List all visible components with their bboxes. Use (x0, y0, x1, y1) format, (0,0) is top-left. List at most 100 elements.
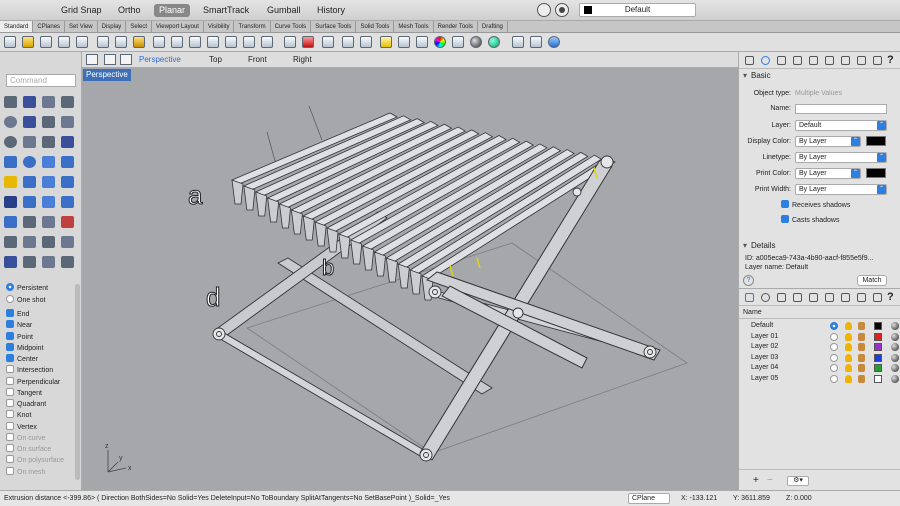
casts-shadows-checkbox[interactable]: Casts shadows (781, 215, 839, 226)
monitor-icon[interactable] (873, 293, 882, 302)
explode-icon[interactable] (42, 256, 55, 268)
osnap-center[interactable]: Center (6, 354, 38, 365)
remove-layer-icon[interactable]: − (767, 475, 773, 486)
material-ball-icon[interactable] (891, 353, 899, 362)
surface-icon[interactable] (61, 156, 74, 168)
help-icon[interactable]: ? (887, 291, 894, 303)
select-icon[interactable] (342, 36, 354, 48)
material-ball-icon[interactable] (891, 332, 899, 341)
car-view-icon[interactable] (302, 36, 314, 48)
add-viewport-icon[interactable] (120, 54, 132, 65)
osnap-intersection[interactable]: Intersection (6, 365, 53, 376)
zoom-selected-icon[interactable] (261, 36, 273, 48)
zoom-extents-icon[interactable] (243, 36, 255, 48)
tab-standard[interactable]: Standard (0, 21, 34, 32)
filter-icon[interactable] (555, 3, 569, 17)
tab-cplanes[interactable]: CPlanes (33, 21, 66, 32)
gumball-toggle[interactable]: Gumball (262, 4, 306, 17)
extrude-icon[interactable] (4, 176, 17, 188)
light-bulb-icon[interactable] (845, 364, 852, 373)
sphere-icon[interactable] (23, 156, 36, 168)
freeform-icon[interactable] (23, 136, 36, 148)
tab-render-tools[interactable]: Render Tools (434, 21, 478, 32)
tab-solid-tools[interactable]: Solid Tools (356, 21, 395, 32)
polygon-icon[interactable] (4, 136, 17, 148)
grid-snap-toggle[interactable]: Grid Snap (56, 4, 107, 17)
osnap-tangent[interactable]: Tangent (6, 387, 42, 399)
revolve-icon[interactable] (42, 176, 55, 188)
box-icon[interactable] (4, 156, 17, 168)
layer-color-swatch[interactable] (874, 332, 882, 341)
osnap-persistent[interactable]: Persistent (6, 283, 48, 294)
named-views-icon[interactable] (841, 56, 850, 65)
perspective-viewport[interactable]: a b d x y z Perspective (82, 68, 738, 490)
osnap-near[interactable]: Near (6, 320, 32, 331)
tab-set-view[interactable]: Set View (65, 21, 98, 32)
tab-top[interactable]: Top (209, 55, 222, 65)
section-basic[interactable]: Basic (743, 71, 771, 81)
render-panel-icon[interactable] (825, 293, 834, 302)
open-folder-icon[interactable] (22, 36, 34, 48)
rotate-view-icon[interactable] (189, 36, 201, 48)
layers-panel-icon[interactable] (745, 56, 754, 65)
tab-display[interactable]: Display (98, 21, 127, 32)
tab-front[interactable]: Front (248, 55, 267, 65)
layer-row[interactable]: Layer 02 (739, 342, 900, 352)
join-icon[interactable] (23, 256, 36, 268)
materials-panel-icon[interactable] (793, 56, 802, 65)
scale-icon[interactable] (4, 236, 17, 248)
material-ball-icon[interactable] (891, 343, 899, 352)
display-panel-icon[interactable] (777, 56, 786, 65)
ellipse-icon[interactable] (23, 116, 36, 128)
loft-icon[interactable] (23, 176, 36, 188)
layer-row[interactable]: Layer 05 (739, 374, 900, 384)
layer-color-swatch[interactable] (874, 343, 882, 352)
render-sphere-icon[interactable] (470, 36, 482, 48)
planar-toggle[interactable]: Planar (154, 4, 191, 17)
layer-color-swatch[interactable] (874, 322, 882, 330)
display-mode-icon[interactable] (360, 36, 372, 48)
split-icon[interactable] (4, 256, 17, 268)
layers-panel-icon[interactable] (745, 293, 754, 302)
layer-row[interactable]: Layer 01 (739, 332, 900, 342)
match-button[interactable]: Match (857, 275, 887, 286)
osnap-perpendicular[interactable]: Perpendicular (6, 376, 60, 388)
layer-row[interactable]: Default (739, 321, 900, 331)
print-color-swatch[interactable] (866, 168, 886, 178)
undo-icon[interactable] (153, 36, 165, 48)
tab-drafting[interactable]: Drafting (478, 21, 508, 32)
material-ball-icon[interactable] (891, 322, 899, 330)
add-layer-icon[interactable]: + (753, 475, 759, 486)
osnap-on-curve[interactable]: On curve (6, 432, 45, 444)
library-icon[interactable] (857, 56, 866, 65)
current-layer-radio[interactable] (830, 375, 838, 383)
materials-panel-icon[interactable] (793, 293, 802, 302)
viewport-title[interactable]: Perspective (83, 69, 131, 81)
paste-icon[interactable] (133, 36, 145, 48)
pan-hand-icon[interactable] (171, 36, 183, 48)
section-details[interactable]: Details (743, 241, 775, 251)
osnap-midpoint[interactable]: Midpoint (6, 342, 43, 354)
cut-icon[interactable] (97, 36, 109, 48)
print-width-select[interactable]: By Layer (795, 184, 887, 195)
osnap-scrollbar[interactable] (75, 284, 80, 480)
current-layer-radio[interactable] (830, 332, 838, 341)
mesh-icon[interactable] (4, 216, 17, 228)
current-layer-radio[interactable] (830, 353, 838, 362)
light-bulb-icon[interactable] (845, 343, 852, 352)
arc-icon[interactable] (42, 116, 55, 128)
layer-select[interactable]: Default (795, 120, 887, 131)
help-icon[interactable]: ? (887, 54, 894, 66)
point-icon[interactable] (23, 96, 36, 108)
osnap-quadrant[interactable]: Quadrant (6, 399, 46, 410)
tab-perspective[interactable]: Perspective (139, 55, 181, 65)
undo-view-icon[interactable] (284, 36, 296, 48)
array-icon[interactable] (42, 236, 55, 248)
layer-color-swatch[interactable] (874, 375, 882, 383)
model-canvas[interactable]: a b d x y z (82, 68, 738, 490)
osnap-point[interactable]: Point (6, 331, 33, 343)
fillet-edge-icon[interactable] (42, 196, 55, 208)
lock-icon[interactable] (858, 375, 865, 383)
circle-icon[interactable] (4, 116, 17, 128)
zoom-dynamic-icon[interactable] (225, 36, 237, 48)
